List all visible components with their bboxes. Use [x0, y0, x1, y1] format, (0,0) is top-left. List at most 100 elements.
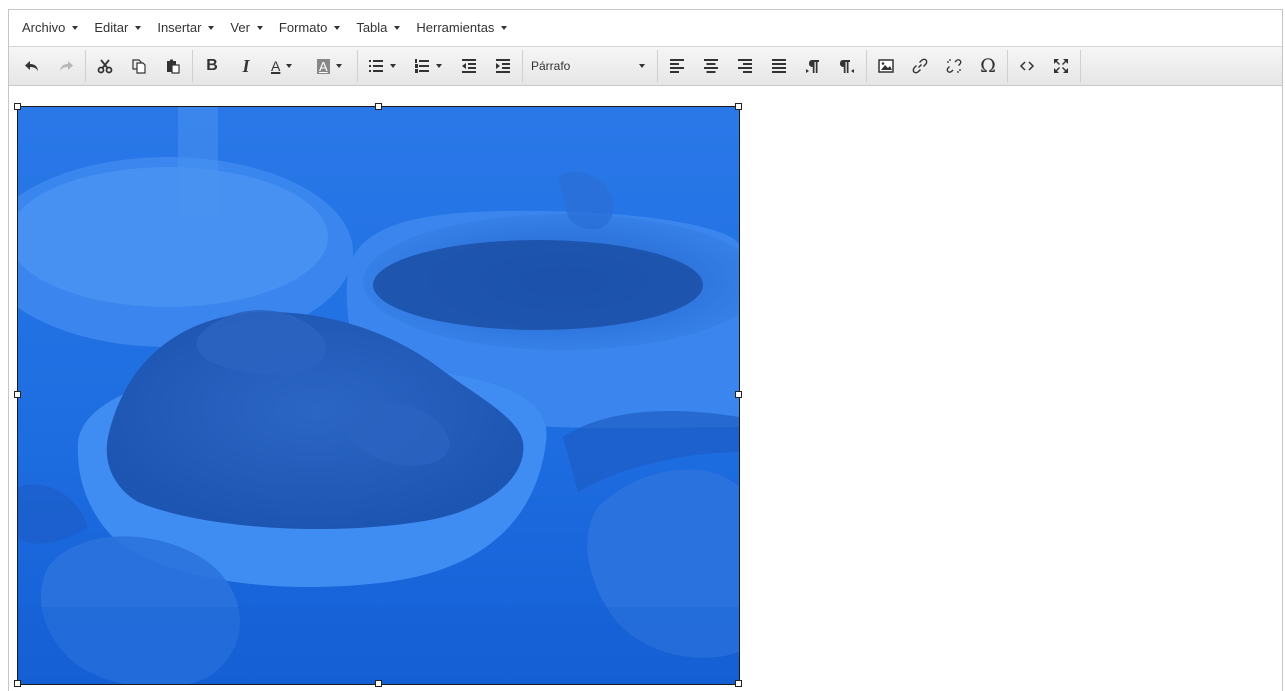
toolbar: B I A A Párrafo Ω [9, 46, 1282, 86]
align-group [658, 50, 867, 82]
omega-icon: Ω [980, 55, 996, 77]
resize-handle-right[interactable] [735, 391, 742, 398]
paste-icon [167, 59, 180, 74]
copy-icon [132, 59, 146, 74]
menu-editar[interactable]: Editar [86, 16, 149, 40]
chevron-down-icon [335, 64, 342, 68]
format-group: B I A A [193, 50, 358, 82]
source-code-icon [1019, 61, 1035, 71]
chevron-down-icon [72, 26, 79, 30]
background-color-icon: A [317, 58, 330, 74]
align-right-icon [738, 59, 752, 73]
ltr-icon [806, 60, 819, 73]
undo-button[interactable] [15, 51, 49, 81]
chevron-down-icon [390, 64, 396, 68]
align-center-icon [704, 59, 718, 73]
chevron-down-icon [256, 26, 263, 30]
outdent-icon [462, 59, 476, 73]
numbered-list-button[interactable] [406, 51, 452, 81]
cut-icon [97, 59, 113, 74]
indent-button[interactable] [486, 51, 520, 81]
resize-handle-bottom-right[interactable] [735, 680, 742, 687]
redo-icon [60, 61, 73, 71]
chevron-down-icon [501, 26, 508, 30]
block-format-select[interactable]: Párrafo [525, 51, 655, 81]
insert-group: Ω [867, 50, 1008, 82]
chevron-down-icon [135, 26, 142, 30]
chevron-down-icon [334, 26, 341, 30]
fullscreen-icon [1054, 59, 1068, 73]
outdent-button[interactable] [452, 51, 486, 81]
redo-button[interactable] [49, 51, 83, 81]
menu-formato[interactable]: Formato [271, 16, 348, 40]
chevron-down-icon [208, 26, 215, 30]
bullet-list-icon [369, 60, 383, 72]
link-icon [912, 58, 928, 74]
insert-link-button[interactable] [903, 51, 937, 81]
numbered-list-icon [415, 59, 429, 73]
italic-button[interactable]: I [229, 51, 263, 81]
resize-handle-top-left[interactable] [14, 103, 21, 110]
menu-ver-label: Ver [230, 20, 250, 35]
bold-icon: B [206, 57, 218, 74]
fullscreen-button[interactable] [1044, 51, 1078, 81]
align-justify-icon [772, 59, 786, 73]
unlink-icon [946, 59, 962, 73]
list-group [358, 50, 523, 82]
chevron-down-icon [436, 64, 442, 68]
resize-handle-bottom[interactable] [375, 680, 382, 687]
rtl-icon [840, 60, 854, 73]
editor-content-area[interactable] [9, 87, 1282, 691]
menu-archivo[interactable]: Archivo [14, 16, 86, 40]
menu-ver[interactable]: Ver [222, 16, 271, 40]
resize-handle-top[interactable] [375, 103, 382, 110]
text-color-button[interactable]: A [263, 51, 309, 81]
block-format-group: Párrafo [523, 50, 658, 82]
italic-icon: I [242, 55, 250, 76]
source-code-button[interactable] [1010, 51, 1044, 81]
menu-insertar-label: Insertar [157, 20, 202, 35]
chevron-down-icon [286, 64, 293, 68]
menu-tabla[interactable]: Tabla [348, 16, 408, 40]
menu-tabla-label: Tabla [356, 20, 388, 35]
view-group [1008, 50, 1081, 82]
selected-image[interactable] [14, 103, 742, 687]
align-left-button[interactable] [660, 51, 694, 81]
rtl-button[interactable] [830, 51, 864, 81]
menu-insertar[interactable]: Insertar [149, 16, 222, 40]
resize-handle-top-right[interactable] [735, 103, 742, 110]
undo-icon [25, 61, 38, 71]
insert-image-button[interactable] [869, 51, 903, 81]
special-character-button[interactable]: Ω [971, 51, 1005, 81]
food-bowls-photo [18, 107, 739, 684]
paste-button[interactable] [156, 51, 190, 81]
block-format-value: Párrafo [531, 59, 571, 73]
clipboard-group [86, 50, 193, 82]
resize-handle-left[interactable] [14, 391, 21, 398]
text-color-icon: A [271, 58, 281, 74]
cut-button[interactable] [88, 51, 122, 81]
menu-editar-label: Editar [94, 20, 129, 35]
menu-herramientas-label: Herramientas [416, 20, 495, 35]
bold-button[interactable]: B [195, 51, 229, 81]
chevron-down-icon [639, 64, 645, 68]
menu-formato-label: Formato [278, 20, 328, 35]
ltr-button[interactable] [796, 51, 830, 81]
indent-icon [496, 59, 510, 73]
menu-herramientas[interactable]: Herramientas [408, 16, 515, 40]
align-justify-button[interactable] [762, 51, 796, 81]
chevron-down-icon [394, 26, 401, 30]
copy-button[interactable] [122, 51, 156, 81]
history-group [13, 50, 86, 82]
bullet-list-button[interactable] [360, 51, 406, 81]
menubar: Archivo Editar Insertar Ver Formato Tabl… [9, 10, 1282, 46]
background-color-button[interactable]: A [309, 51, 355, 81]
menu-archivo-label: Archivo [22, 20, 66, 35]
image-icon [878, 59, 894, 73]
align-right-button[interactable] [728, 51, 762, 81]
align-left-icon [670, 59, 684, 73]
resize-handle-bottom-left[interactable] [14, 680, 21, 687]
rich-text-editor: Archivo Editar Insertar Ver Formato Tabl… [8, 9, 1283, 691]
unlink-button[interactable] [937, 51, 971, 81]
align-center-button[interactable] [694, 51, 728, 81]
